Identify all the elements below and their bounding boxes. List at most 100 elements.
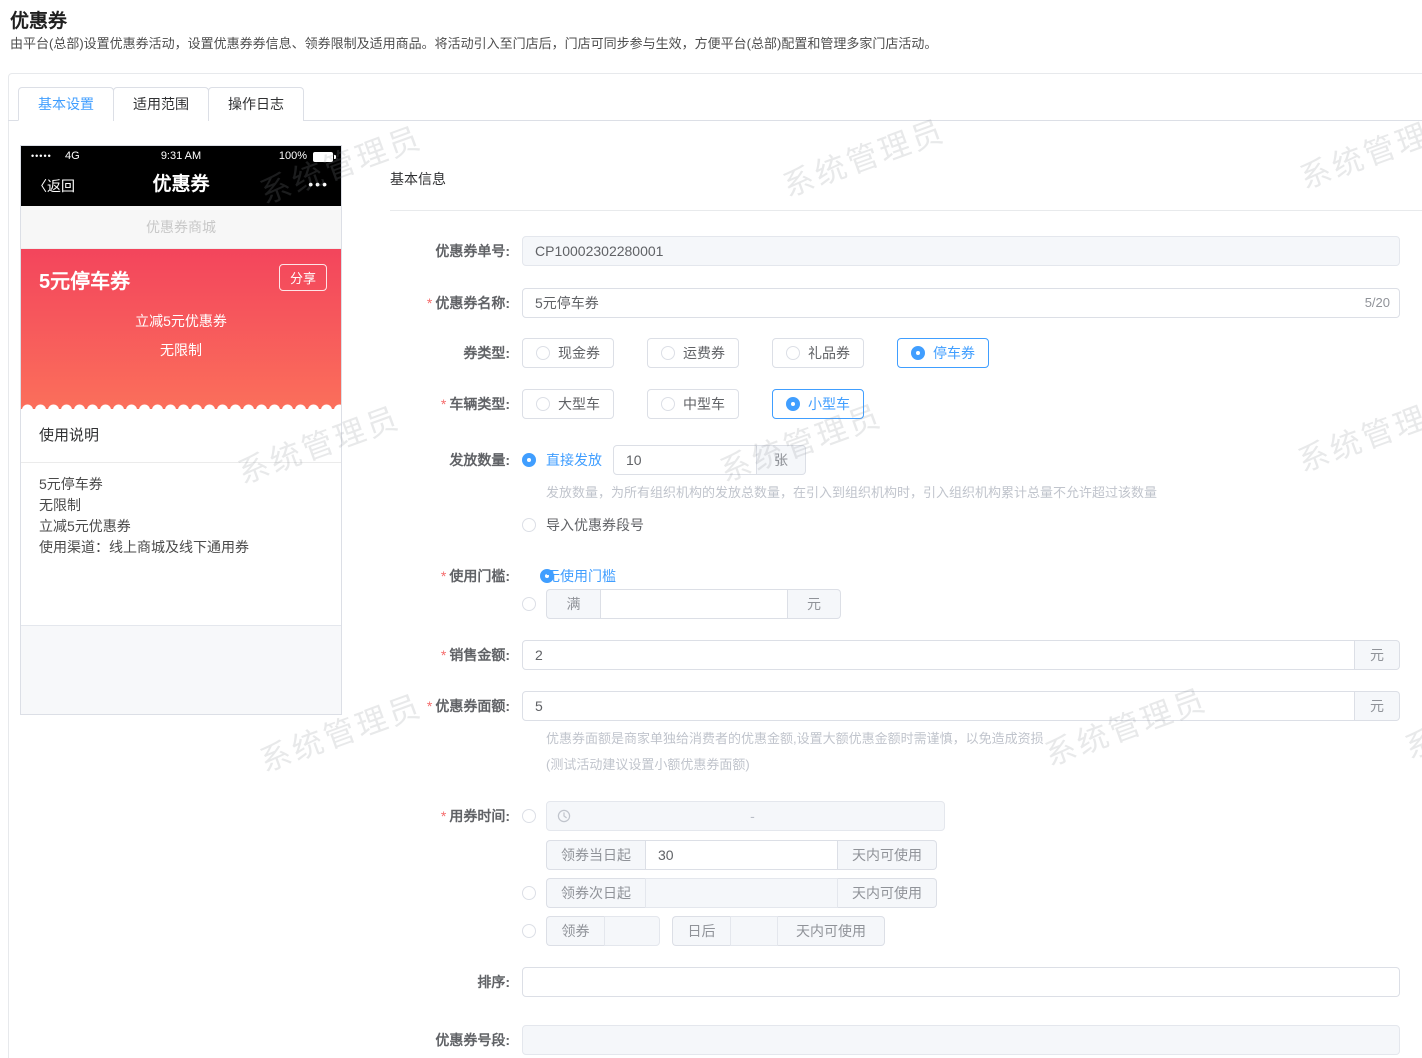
detail-line: 5元停车券 <box>39 476 103 492</box>
threshold-prefix: 满 <box>546 589 600 619</box>
threshold-suffix: 元 <box>788 589 841 619</box>
after-mid: 日后 <box>672 916 730 946</box>
section-title-basic-info: 基本信息 <box>390 171 446 187</box>
radio-icon <box>536 397 550 411</box>
sameday-days-input[interactable] <box>645 840 838 870</box>
coupon-type-option-gift[interactable]: 礼品券 <box>772 338 864 368</box>
radio-icon <box>786 346 800 360</box>
radio-selected-icon <box>786 397 800 411</box>
more-menu-icon[interactable]: ••• <box>308 166 329 206</box>
coupon-details-text: 5元停车券 无限制 立减5元优惠券 使用渠道：线上商城及线下通用券 <box>21 463 341 626</box>
range-separator: - <box>750 808 755 824</box>
threshold-amount-group: 满 元 <box>546 589 841 619</box>
threshold-none-label[interactable]: 无使用门槛 <box>546 561 616 591</box>
use-time-nextday-group: 领券次日起 天内可使用 <box>546 878 937 908</box>
phone-navbar: 〈返回 优惠券 ••• <box>21 166 341 206</box>
phone-footer-area <box>21 626 341 714</box>
threshold-amount-input[interactable] <box>600 589 788 619</box>
threshold-label: * 使用门槛: <box>440 568 510 584</box>
face-value-input[interactable] <box>522 691 1355 721</box>
required-asterisk: * <box>426 698 433 714</box>
vehicle-type-option-medium[interactable]: 中型车 <box>647 389 739 419</box>
required-asterisk: * <box>426 295 433 311</box>
phone-page-title: 优惠券 <box>152 174 210 195</box>
vehicle-type-option-large[interactable]: 大型车 <box>522 389 614 419</box>
coupon-settings-page: 优惠券 由平台(总部)设置优惠券活动，设置优惠券券信息、领券限制及适用商品。将活… <box>0 0 1422 1058</box>
issue-direct-radio[interactable] <box>522 453 536 467</box>
issue-qty-label: 发放数量: <box>449 452 510 468</box>
sale-amount-group: 元 <box>522 640 1400 670</box>
coupon-type-option-freight[interactable]: 运费券 <box>647 338 739 368</box>
coupon-type-option-parking[interactable]: 停车券 <box>897 338 989 368</box>
issue-qty-input[interactable] <box>613 445 757 475</box>
detail-line: 立减5元优惠券 <box>39 518 131 534</box>
sameday-suffix: 天内可使用 <box>838 840 937 870</box>
use-time-after-group-b: 日后 天内可使用 <box>672 916 885 946</box>
tab-operation-log[interactable]: 操作日志 <box>208 87 304 121</box>
radio-icon <box>661 397 675 411</box>
issue-qty-unit: 张 <box>757 445 806 475</box>
issue-direct-label[interactable]: 直接发放 <box>546 445 602 475</box>
after-days-input-1[interactable] <box>604 916 660 946</box>
nextday-prefix: 领券次日起 <box>546 878 645 908</box>
after-days-input-2[interactable] <box>730 916 778 946</box>
coupon-card-preview: 5元停车券 分享 立减5元优惠券 无限制 <box>21 249 341 410</box>
char-counter: 5/20 <box>1364 295 1390 310</box>
sale-amount-unit: 元 <box>1355 640 1400 670</box>
face-value-label: * 优惠券面额: <box>426 698 510 714</box>
coupon-type-label: 券类型: <box>463 345 510 361</box>
coupon-no-label: 优惠券单号: <box>435 243 510 259</box>
usage-instructions-header: 使用说明 <box>21 409 341 463</box>
coupon-type-option-cash[interactable]: 现金券 <box>522 338 614 368</box>
use-time-sameday-group: 领券当日起 天内可使用 <box>546 840 937 870</box>
threshold-amount-radio[interactable] <box>522 597 536 611</box>
face-value-group: 元 <box>522 691 1400 721</box>
use-time-after-group-a: 领券 <box>546 916 660 946</box>
vehicle-type-label: * 车辆类型: <box>440 396 510 412</box>
face-value-unit: 元 <box>1355 691 1400 721</box>
sameday-prefix: 领券当日起 <box>546 840 645 870</box>
coupon-name-input[interactable] <box>522 288 1400 318</box>
tab-applicable-scope[interactable]: 适用范围 <box>113 87 209 121</box>
section-divider <box>390 210 1422 211</box>
issue-import-radio[interactable] <box>522 518 536 532</box>
issue-import-label[interactable]: 导入优惠券段号 <box>546 510 644 540</box>
issue-qty-group: 张 <box>613 445 806 475</box>
radio-selected-icon <box>911 346 925 360</box>
use-time-range-radio[interactable] <box>522 809 536 823</box>
coupon-no-input <box>522 236 1400 266</box>
coupon-subtitle-preview: 立减5元优惠券 <box>135 313 227 329</box>
battery-icon <box>313 152 336 162</box>
radio-icon <box>536 346 550 360</box>
share-button[interactable]: 分享 <box>278 264 327 291</box>
coupon-mall-link[interactable]: 优惠券商城 <box>21 206 341 249</box>
use-time-nextday-radio[interactable] <box>522 886 536 900</box>
page-description: 由平台(总部)设置优惠券活动，设置优惠券券信息、领券限制及适用商品。将活动引入至… <box>10 36 938 51</box>
clock-icon <box>557 809 571 823</box>
detail-line: 无限制 <box>39 497 81 513</box>
sale-amount-input[interactable] <box>522 640 1355 670</box>
face-value-helper-1: 优惠券面额是商家单独给消费者的优惠金额,设置大额优惠金额时需谨慎，以免造成资损 <box>546 731 1044 746</box>
radio-icon <box>661 346 675 360</box>
after-prefix: 领券 <box>546 916 604 946</box>
segment-input <box>522 1025 1400 1055</box>
required-asterisk: * <box>440 396 447 412</box>
vehicle-type-option-small[interactable]: 小型车 <box>772 389 864 419</box>
sort-input[interactable] <box>522 967 1400 997</box>
use-time-label: * 用券时间: <box>440 808 510 824</box>
sale-amount-label: * 销售金额: <box>440 647 510 663</box>
coupon-name-preview: 5元停车券 <box>39 271 131 293</box>
tab-basic-settings[interactable]: 基本设置 <box>18 87 114 121</box>
segment-label: 优惠券号段: <box>435 1032 510 1048</box>
required-asterisk: * <box>440 647 447 663</box>
face-value-helper-2: (测试活动建议设置小额优惠券面额) <box>546 757 750 772</box>
nextday-days-input[interactable] <box>645 878 838 908</box>
use-time-range-picker[interactable]: - <box>546 801 945 831</box>
tab-bar: 基本设置 适用范围 操作日志 <box>8 87 1422 121</box>
nextday-suffix: 天内可使用 <box>838 878 937 908</box>
detail-line: 使用渠道：线上商城及线下通用券 <box>39 539 249 555</box>
required-asterisk: * <box>440 568 447 584</box>
phone-preview: ••••• 4G 9:31 AM 100% 〈返回 优惠券 ••• 优惠券商城 … <box>20 145 342 715</box>
phone-statusbar: ••••• 4G 9:31 AM 100% 〈返回 优惠券 ••• <box>21 146 341 206</box>
use-time-after-radio[interactable] <box>522 924 536 938</box>
